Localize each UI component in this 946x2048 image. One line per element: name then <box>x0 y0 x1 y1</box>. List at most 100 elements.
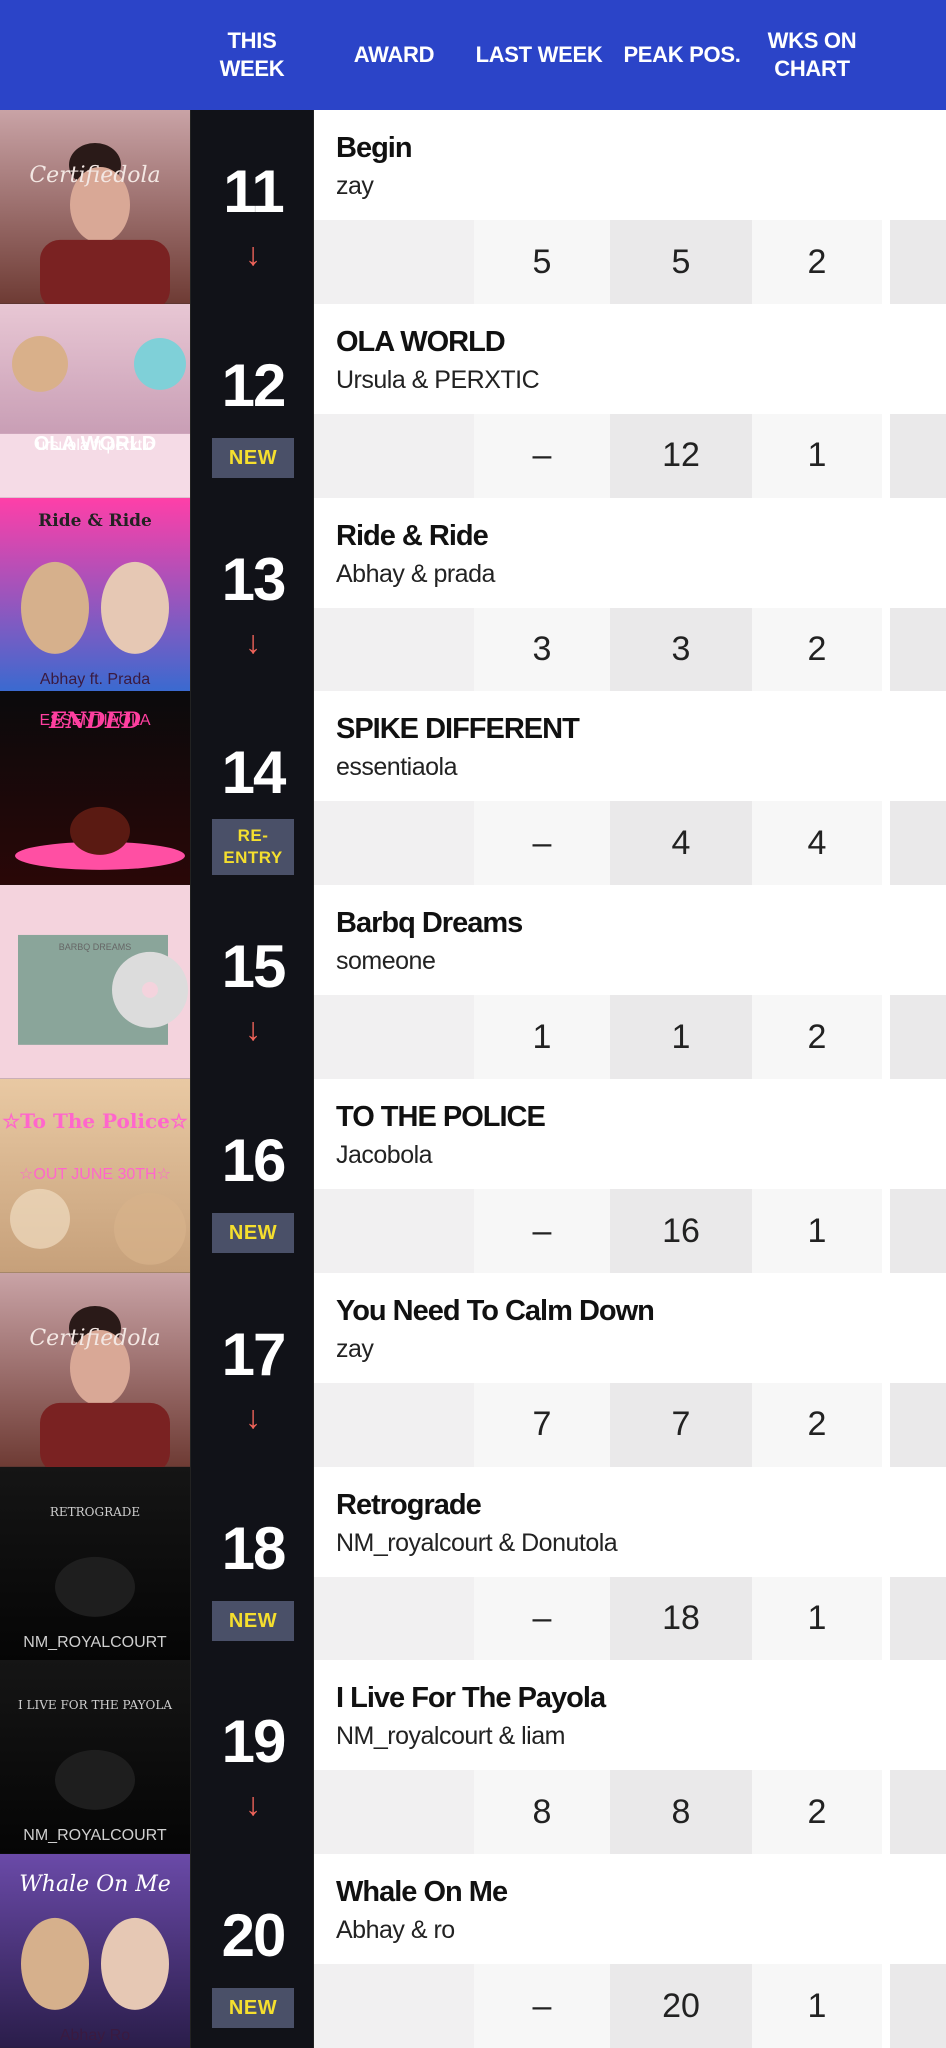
chart-entry-row[interactable]: ☆To The Police☆ ☆OUT JUNE 30TH☆ 16 NEW T… <box>0 1079 946 1273</box>
svg-text:BARBQ DREAMS: BARBQ DREAMS <box>59 942 131 952</box>
song-info[interactable]: SPIKE DIFFERENT essentiaola <box>314 691 946 802</box>
song-info[interactable]: Whale On Me Abhay & ro <box>314 1854 946 1965</box>
weeks-on-chart-value: 1 <box>752 413 882 498</box>
song-info[interactable]: I Live For The Payola NM_royalcourt & li… <box>314 1660 946 1771</box>
peak-position-value: 20 <box>610 1964 752 2048</box>
artist-name[interactable]: someone <box>336 947 436 976</box>
artist-name[interactable]: essentiaola <box>336 753 457 782</box>
down-arrow-icon: ↓ <box>245 236 261 272</box>
peak-position-header: PEAK POS. <box>623 42 741 67</box>
song-info[interactable]: Retrograde NM_royalcourt & Donutola <box>314 1466 946 1577</box>
rank-column: 12 NEW <box>190 303 314 498</box>
chart-entry-row[interactable]: I LIVE FOR THE PAYOLA NM_ROYALCOURT 19 ↓… <box>0 1660 946 1855</box>
column-divider <box>882 995 890 1080</box>
peak-position-value: 8 <box>610 1770 752 1855</box>
award-cell <box>314 220 474 304</box>
chart-entry-row[interactable]: ENDED ESSENTIAOLA 14 RE- ENTRY SPIKE DIF… <box>0 691 946 886</box>
song-info[interactable]: Barbq Dreams someone <box>314 885 946 996</box>
song-title[interactable]: TO THE POLICE <box>336 1101 546 1134</box>
song-info[interactable]: Ride & Ride Abhay & prada <box>314 497 946 608</box>
chart-stats: – 12 1 <box>314 413 946 498</box>
album-cover-art[interactable]: I LIVE FOR THE PAYOLA NM_ROYALCOURT <box>0 1660 190 1855</box>
album-cover-art[interactable]: ☆To The Police☆ ☆OUT JUNE 30TH☆ <box>0 1079 190 1273</box>
rank-column: 15 ↓ <box>190 885 314 1079</box>
song-title[interactable]: SPIKE DIFFERENT <box>336 713 580 746</box>
rank-column: 19 ↓ <box>190 1660 314 1855</box>
rank-column: 11 ↓ <box>190 110 314 304</box>
song-title[interactable]: OLA WORLD <box>336 326 506 359</box>
svg-text:Certifiedola: Certifiedola <box>29 163 160 188</box>
row-end-cell <box>890 801 946 886</box>
chart-entry-row[interactable]: Certifiedola 17 ↓ You Need To Calm Down … <box>0 1272 946 1467</box>
weeks-on-chart-value: 2 <box>752 1770 882 1855</box>
artist-name[interactable]: Abhay & ro <box>336 1916 455 1945</box>
album-cover-art[interactable]: BARBQ DREAMS <box>0 885 190 1079</box>
artist-name[interactable]: Ursula & PERXTIC <box>336 366 540 395</box>
song-title[interactable]: Retrograde <box>336 1489 482 1522</box>
last-week-value: 1 <box>474 995 610 1080</box>
current-rank: 14 <box>221 739 287 807</box>
peak-position-value: 16 <box>610 1189 752 1273</box>
row-end-cell <box>890 995 946 1080</box>
song-title[interactable]: Whale On Me <box>336 1876 508 1909</box>
artist-name[interactable]: zay <box>336 1335 374 1364</box>
peak-position-value: 18 <box>610 1576 752 1661</box>
album-cover-art[interactable]: Certifiedola <box>0 1272 190 1467</box>
weeks-on-chart-value: 1 <box>752 1189 882 1273</box>
column-divider <box>882 1770 890 1855</box>
current-rank: 16 <box>221 1127 287 1194</box>
album-cover-art[interactable]: Certifiedola <box>0 110 190 304</box>
award-cell <box>314 1964 474 2048</box>
column-divider <box>882 220 890 304</box>
column-divider <box>882 801 890 886</box>
weeks-on-chart-value: 2 <box>752 995 882 1080</box>
artist-name[interactable]: NM_royalcourt & Donutola <box>336 1529 618 1558</box>
column-divider <box>882 1189 890 1273</box>
svg-text:☆OUT JUNE 30TH☆: ☆OUT JUNE 30TH☆ <box>19 1166 171 1183</box>
svg-text:ESSENTIAOLA: ESSENTIAOLA <box>39 712 150 729</box>
svg-text:Abhay ft. Prada: Abhay ft. Prada <box>40 670 150 687</box>
song-info[interactable]: TO THE POLICE Jacobola <box>314 1079 946 1189</box>
chart-entry-row[interactable]: OLA WORLD ursuola ft perxtic 12 NEW OLA … <box>0 303 946 498</box>
chart-entry-row[interactable]: RETROGRADE NM_ROYALCOURT 18 NEW Retrogra… <box>0 1466 946 1661</box>
album-cover-art[interactable]: Ride & Ride Abhay ft. Prada <box>0 497 190 692</box>
svg-text:NM_ROYALCOURT: NM_ROYALCOURT <box>23 1633 167 1650</box>
chart-stats: 8 8 2 <box>314 1770 946 1855</box>
current-rank: 17 <box>221 1320 287 1388</box>
chart-entry-row[interactable]: Ride & Ride Abhay ft. Prada 13 ↓ Ride & … <box>0 497 946 692</box>
row-end-cell <box>890 1382 946 1467</box>
artist-name[interactable]: zay <box>336 172 374 201</box>
row-end-cell <box>890 1576 946 1661</box>
album-cover-art[interactable]: RETROGRADE NM_ROYALCOURT <box>0 1466 190 1661</box>
chart-entry-row[interactable]: Certifiedola 11 ↓ Begin zay 5 5 2 <box>0 110 946 304</box>
chart-entry-row[interactable]: Whale On Me Abhay Ro 20 NEW Whale On Me … <box>0 1854 946 2048</box>
song-title[interactable]: Begin <box>336 132 413 165</box>
artist-name[interactable]: NM_royalcourt & liam <box>336 1722 565 1751</box>
album-cover-art[interactable]: ENDED ESSENTIAOLA <box>0 691 190 886</box>
chart-stats: 3 3 2 <box>314 607 946 692</box>
last-week-value: – <box>474 1189 610 1273</box>
rank-column: 13 ↓ <box>190 497 314 692</box>
song-title[interactable]: Ride & Ride <box>336 520 489 553</box>
song-info[interactable]: You Need To Calm Down zay <box>314 1272 946 1383</box>
chart-stats: – 16 1 <box>314 1189 946 1273</box>
artist-name[interactable]: Jacobola <box>336 1141 433 1170</box>
song-info[interactable]: Begin zay <box>314 110 946 220</box>
artist-name[interactable]: Abhay & prada <box>336 560 495 589</box>
song-title[interactable]: You Need To Calm Down <box>336 1295 655 1328</box>
new-badge: NEW <box>212 1988 294 2029</box>
song-title[interactable]: Barbq Dreams <box>336 907 523 940</box>
chart-stats: – 4 4 <box>314 801 946 886</box>
svg-text:RETROGRADE: RETROGRADE <box>50 1505 140 1519</box>
album-cover-art[interactable]: OLA WORLD ursuola ft perxtic <box>0 303 190 498</box>
chart-stats: 1 1 2 <box>314 995 946 1080</box>
album-cover-art[interactable]: Whale On Me Abhay Ro <box>0 1854 190 2048</box>
current-rank: 11 <box>223 158 284 225</box>
chart-entry-row[interactable]: BARBQ DREAMS 15 ↓ Barbq Dreams someone 1… <box>0 885 946 1080</box>
song-title[interactable]: I Live For The Payola <box>336 1682 606 1715</box>
last-week-value: 7 <box>474 1382 610 1467</box>
song-info[interactable]: OLA WORLD Ursula & PERXTIC <box>314 303 946 414</box>
rank-column: 18 NEW <box>190 1466 314 1661</box>
svg-text:Certifiedola: Certifiedola <box>29 1326 160 1351</box>
chart-stats: – 18 1 <box>314 1576 946 1661</box>
